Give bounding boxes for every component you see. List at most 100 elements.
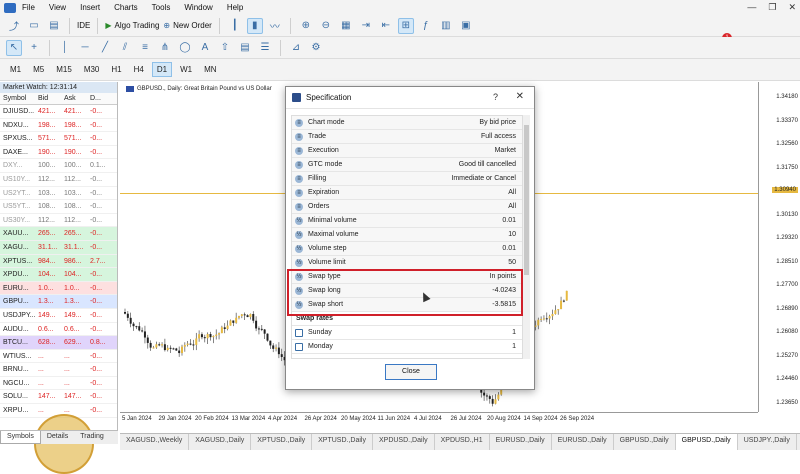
market-watch-icon[interactable]: ▤ xyxy=(46,18,62,34)
tab-symbols[interactable]: Symbols xyxy=(0,431,41,444)
chart-properties-icon[interactable]: ⚙ xyxy=(308,40,324,56)
fibonacci-icon[interactable]: ≡ xyxy=(137,40,153,56)
line-chart-icon[interactable]: 〰 xyxy=(267,18,283,34)
timeframe-m15[interactable]: M15 xyxy=(52,63,76,76)
new-order-button[interactable]: ⊕ New Order xyxy=(163,21,211,30)
col-ask[interactable]: Ask xyxy=(64,93,90,104)
dialog-scrollbar[interactable] xyxy=(523,115,530,359)
market-watch-row[interactable]: GBPU... 1.3... 1.3... -0... xyxy=(0,295,117,309)
zoom-out-icon[interactable]: ⊖ xyxy=(318,18,334,34)
chart-shift-icon[interactable]: ⇤ xyxy=(378,18,394,34)
market-watch-row[interactable]: BTCU... 628... 629... 0.8... xyxy=(0,336,117,350)
market-watch-row[interactable]: SPXUS... 571... 571... -0... xyxy=(0,132,117,146)
timeframe-d1[interactable]: D1 xyxy=(151,62,173,77)
timeframe-m1[interactable]: M1 xyxy=(6,63,25,76)
price-axis[interactable]: 1.34180 1.33370 1.32560 1.31750 1.30940 1.301… xyxy=(758,82,800,412)
templates-icon[interactable]: ▥ xyxy=(438,18,454,34)
tab-trading[interactable]: Trading xyxy=(74,431,109,444)
market-watch-row[interactable]: USDJPY... 149... 149... -0... xyxy=(0,309,117,323)
chart-tab[interactable]: XPDUSD.,H1 xyxy=(435,434,490,450)
timeframe-mn[interactable]: MN xyxy=(200,63,220,76)
market-watch-row[interactable]: XPTUS... 984... 986... 2.7... xyxy=(0,254,117,269)
market-watch-row[interactable]: US10Y... 112... 112... -0... xyxy=(0,173,117,187)
col-bid[interactable]: Bid xyxy=(38,93,64,104)
minimize-icon[interactable]: — xyxy=(747,2,756,13)
timeframe-h4[interactable]: H4 xyxy=(130,63,148,76)
vertical-line-icon[interactable]: │ xyxy=(57,40,73,56)
market-watch-row[interactable]: DXY... 100... 100... 0.1... xyxy=(0,159,117,173)
help-icon[interactable]: ? xyxy=(493,92,498,102)
market-watch-row[interactable]: EURU... 1.0... 1.0... -0... xyxy=(0,281,117,296)
scroll-chart-icon[interactable]: ⇥ xyxy=(358,18,374,34)
channel-icon[interactable]: ⫽ xyxy=(117,40,133,56)
candlestick-icon[interactable]: ▮ xyxy=(246,17,263,34)
bar-chart-icon[interactable]: ┃ xyxy=(227,18,243,34)
signals-icon[interactable]: ⊿ xyxy=(288,40,304,56)
menu-help[interactable]: Help xyxy=(227,3,243,12)
crosshair-icon[interactable]: + xyxy=(26,40,42,56)
market-watch-row[interactable]: XAGU... 31.1... 31.1... -0... xyxy=(0,240,117,255)
menu-tools[interactable]: Tools xyxy=(152,3,171,12)
pitchfork-icon[interactable]: ⋔ xyxy=(157,40,173,56)
timeframe-w1[interactable]: W1 xyxy=(176,63,196,76)
market-watch-row[interactable]: WTIUS......... -0... xyxy=(0,350,117,364)
market-watch-row[interactable]: XPDU... 104... 104... -0... xyxy=(0,268,117,282)
period-separators-icon[interactable]: ▤ xyxy=(237,40,253,56)
close-window-icon[interactable]: ✕ xyxy=(788,2,796,13)
menu-view[interactable]: View xyxy=(49,3,66,12)
trendline-icon[interactable]: ╱ xyxy=(97,40,113,56)
profiles-icon[interactable]: ▭ xyxy=(26,18,42,34)
menu-insert[interactable]: Insert xyxy=(80,3,100,12)
chart-tab[interactable]: XAGUSD.,Daily xyxy=(189,434,252,450)
shapes-icon[interactable]: ◯ xyxy=(177,40,193,56)
col-daily-change[interactable]: D... xyxy=(90,93,110,104)
chart-tab[interactable]: EURUSD.,Daily xyxy=(490,434,552,450)
chart-tab[interactable]: GBPUSD.,Daily xyxy=(675,434,738,450)
horizontal-line-icon[interactable]: ─ xyxy=(77,40,93,56)
market-watch-row[interactable]: NDXU... 198... 198... -0... xyxy=(0,119,117,133)
market-watch-row[interactable]: DAXE... 190... 190... -0... xyxy=(0,146,117,160)
col-symbol[interactable]: Symbol xyxy=(0,93,38,104)
close-button[interactable]: Close xyxy=(385,364,437,380)
menu-window[interactable]: Window xyxy=(184,3,212,12)
restore-icon[interactable]: ❐ xyxy=(768,2,776,13)
market-watch-row[interactable]: US2YT... 103... 103... -0... xyxy=(0,187,117,201)
market-watch-row[interactable]: BRNU......... -0... xyxy=(0,363,117,377)
tab-details[interactable]: Details xyxy=(41,431,74,444)
arrows-icon[interactable]: ⇧ xyxy=(217,40,233,56)
market-watch-row[interactable]: SOLU... 147... 147... -0... xyxy=(0,390,117,405)
close-icon[interactable]: ✕ xyxy=(516,91,524,102)
zoom-in-icon[interactable]: ⊕ xyxy=(298,18,314,34)
market-watch-row[interactable]: XAUU... 265... 265... -0... xyxy=(0,227,117,241)
market-watch-row[interactable]: NGCU......... -0... xyxy=(0,377,117,391)
market-watch-row[interactable]: US30Y... 112... 112... -0... xyxy=(0,214,117,228)
tile-windows-icon[interactable]: ▦ xyxy=(338,18,354,34)
chart-tab[interactable]: XPTUSD.,Daily xyxy=(251,434,313,450)
timeframe-m5[interactable]: M5 xyxy=(29,63,48,76)
chart-tab[interactable]: USDJPY.,Daily xyxy=(738,434,797,450)
timeframe-m30[interactable]: M30 xyxy=(80,63,104,76)
menu-charts[interactable]: Charts xyxy=(114,3,138,12)
chart-tab[interactable]: XPTUSD.,Daily xyxy=(312,434,373,450)
timeframe-h1[interactable]: H1 xyxy=(107,63,125,76)
chart-tab[interactable]: XPDUSD.,Daily xyxy=(373,434,435,450)
scrollbar-thumb[interactable] xyxy=(524,125,529,275)
chart-tab[interactable]: XAGUSD.,Weekly xyxy=(120,434,190,450)
ide-button[interactable]: IDE xyxy=(77,21,90,30)
new-chart-icon[interactable]: ⤴ xyxy=(6,18,22,34)
market-watch-row[interactable]: DJIUSD... 421... 421... -0... xyxy=(0,105,117,119)
cursor-icon[interactable]: ↖ xyxy=(6,39,22,56)
candle-body xyxy=(158,344,161,346)
menu-file[interactable]: File xyxy=(22,3,35,12)
indicators-icon[interactable]: ƒ xyxy=(418,18,434,34)
algo-trading-button[interactable]: ▶ Algo Trading xyxy=(105,21,159,30)
time-axis[interactable]: 5 Jan 2024 29 Jan 2024 20 Feb 2024 13 Mar 2… xyxy=(120,412,758,426)
text-icon[interactable]: A xyxy=(197,40,213,56)
chart-tab[interactable]: GBPUSD.,Daily xyxy=(614,434,676,450)
auto-scroll-icon[interactable]: ⊞ xyxy=(397,17,414,34)
market-watch-row[interactable]: US5YT... 108... 108... -0... xyxy=(0,200,117,214)
market-watch-row[interactable]: AUDU... 0.6... 0.6... -0... xyxy=(0,323,117,337)
chart-tab[interactable]: EURUSD.,Daily xyxy=(552,434,614,450)
screenshot-icon[interactable]: ▣ xyxy=(458,18,474,34)
objects-list-icon[interactable]: ☰ xyxy=(257,40,273,56)
